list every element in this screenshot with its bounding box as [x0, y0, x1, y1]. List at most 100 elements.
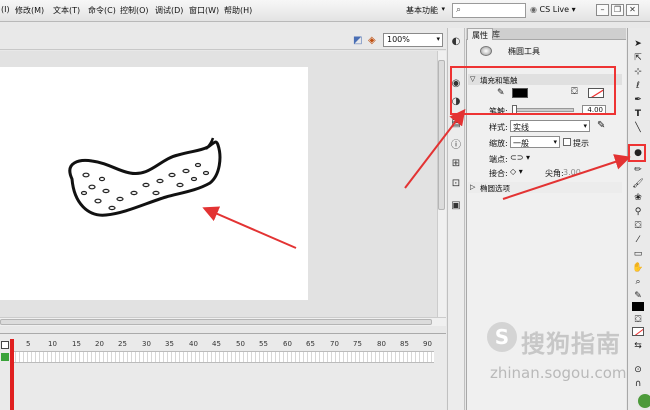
eyedropper-tool-icon[interactable]: ⁄ — [631, 234, 645, 247]
ellipse-tool-icon — [480, 46, 492, 56]
menu-item-control[interactable]: 控制(O) — [120, 5, 149, 16]
menu-item-window[interactable]: 窗口(W) — [189, 5, 219, 16]
frame-tick: 5 — [26, 340, 31, 348]
hint-label: 提示 — [573, 139, 589, 148]
cs-live-icon: ◉ — [530, 5, 537, 14]
bone-tool-icon[interactable]: ⚲ — [631, 206, 645, 219]
chevron-down-icon: ▾ — [441, 5, 445, 13]
join-select[interactable]: ◇ ▾ — [510, 167, 523, 176]
search-input[interactable]: ⌕ — [452, 3, 526, 18]
minimize-button[interactable]: – — [596, 4, 609, 16]
menu-item-modify[interactable]: 修改(M) — [15, 5, 44, 16]
library-icon[interactable]: ▣ — [449, 200, 463, 212]
frame-tick: 85 — [400, 340, 409, 348]
frame-tick: 30 — [142, 340, 151, 348]
style-select[interactable]: 实线 ▾ — [510, 120, 590, 132]
lasso-tool-icon[interactable]: ℓ — [631, 80, 645, 93]
edit-symbols-icon[interactable]: ◩ — [353, 35, 362, 46]
cap-label: 端点: — [489, 155, 508, 164]
cap-select[interactable]: ⊂⊃ ▾ — [510, 153, 530, 162]
brush-tool-icon[interactable]: 🖌 — [631, 178, 645, 191]
hand-tool-icon[interactable]: ✋ — [631, 262, 645, 275]
menu-item-commands[interactable]: 命令(C) — [88, 5, 116, 16]
paint-bucket-tool-icon[interactable]: ⛋ — [631, 220, 645, 233]
eraser-tool-icon[interactable]: ▭ — [631, 248, 645, 261]
chevron-down-icon: ▾ — [583, 122, 587, 130]
pen-tool-icon[interactable]: ✒ — [631, 94, 645, 107]
frame-tick: 75 — [353, 340, 362, 348]
miter-value[interactable]: 3.00 — [563, 168, 581, 177]
timeline-ruler: 5 10 15 20 25 30 35 40 45 50 55 60 65 70… — [12, 340, 434, 350]
playhead[interactable] — [10, 339, 14, 410]
stroke-color-tool[interactable] — [632, 302, 644, 311]
timeline-frames[interactable] — [12, 351, 434, 363]
restore-button[interactable]: ❐ — [611, 4, 624, 16]
layer-outline-icon[interactable] — [1, 341, 9, 349]
frame-tick: 60 — [283, 340, 292, 348]
oval-tool-highlight — [628, 144, 646, 162]
expand-triangle-icon: ▷ — [470, 183, 476, 191]
line-tool-icon[interactable]: ╲ — [631, 122, 645, 135]
annotation-highlight-box — [450, 66, 616, 115]
frame-tick: 80 — [377, 340, 386, 348]
scale-value: 一般 — [513, 139, 529, 148]
menu-item-help[interactable]: 帮助(H) — [224, 5, 252, 16]
free-transform-tool-icon[interactable]: ⊹ — [631, 66, 645, 79]
info-icon[interactable]: ⓘ — [449, 140, 463, 152]
cs-live-button[interactable]: ◉ CS Live ▾ — [530, 5, 576, 14]
frame-tick: 15 — [72, 340, 81, 348]
watermark-brand: 搜狗指南 — [521, 330, 621, 358]
miter-label: 尖角: — [545, 169, 564, 178]
deco-tool-icon[interactable]: ❀ — [631, 192, 645, 205]
tool-name: 椭圆工具 — [508, 47, 540, 56]
frame-tick: 20 — [95, 340, 104, 348]
subselection-tool-icon[interactable]: ⇱ — [631, 52, 645, 65]
chevron-down-icon: ▾ — [553, 138, 557, 146]
frame-tick: 45 — [212, 340, 221, 348]
hint-checkbox[interactable] — [563, 138, 571, 146]
edit-scene-icon[interactable]: ◈ — [368, 35, 376, 46]
components-icon[interactable]: ⊞ — [449, 158, 463, 170]
menu-item-debug[interactable]: 调试(D) — [155, 5, 183, 16]
edit-bar — [0, 30, 446, 50]
smooth-icon[interactable]: ∩ — [631, 378, 645, 391]
fill-bucket-icon: ⛋ — [634, 315, 642, 325]
chevron-down-icon: ▾ — [436, 35, 440, 43]
no-fill-slash-icon — [634, 328, 643, 335]
fill-color-tool[interactable] — [632, 327, 644, 336]
pencil-tool-icon[interactable]: ✏ — [631, 164, 645, 177]
frame-tick: 65 — [306, 340, 315, 348]
text-tool-icon[interactable]: T — [631, 108, 645, 121]
snap-icon[interactable]: ⊙ — [631, 364, 645, 377]
section-ellipse-label: 椭圆选项 — [480, 184, 510, 193]
layer-color-icon[interactable] — [1, 353, 9, 361]
selection-tool-icon[interactable]: ➤ — [631, 38, 645, 51]
status-indicator — [636, 392, 650, 410]
edit-stroke-style-icon[interactable]: ✎ — [597, 120, 605, 131]
menu-item-text[interactable]: 文本(T) — [53, 5, 80, 16]
frame-tick: 25 — [118, 340, 127, 348]
zoom-select[interactable]: 100% ▾ — [383, 33, 443, 47]
frame-tick: 50 — [236, 340, 245, 348]
workspace-switcher[interactable]: 基本功能 ▾ — [400, 3, 448, 18]
stage-canvas[interactable] — [0, 67, 308, 300]
zoom-tool-icon[interactable]: ⌕ — [631, 276, 645, 289]
frame-tick: 10 — [48, 340, 57, 348]
menu-item-insert[interactable]: (I) — [1, 5, 10, 14]
frame-tick: 40 — [189, 340, 198, 348]
align-icon[interactable]: ▤ — [449, 118, 463, 130]
tab-library[interactable]: 库 — [488, 28, 504, 40]
vertical-scroll-thumb[interactable] — [438, 60, 445, 210]
chevron-down-icon: ▾ — [571, 5, 576, 14]
style-label: 样式: — [489, 123, 508, 132]
motion-editor-icon[interactable]: ◐ — [449, 36, 463, 48]
section-ellipse-options[interactable]: ▷ 椭圆选项 — [468, 182, 622, 193]
frame-tick: 70 — [330, 340, 339, 348]
horizontal-scroll-thumb[interactable] — [0, 319, 432, 325]
transform-icon[interactable]: ⊡ — [449, 178, 463, 190]
scale-select[interactable]: 一般 ▾ — [510, 136, 560, 148]
swap-colors-icon[interactable]: ⇆ — [631, 340, 645, 353]
frame-tick: 55 — [259, 340, 268, 348]
style-value: 实线 — [513, 123, 529, 132]
close-button[interactable]: ✕ — [626, 4, 639, 16]
